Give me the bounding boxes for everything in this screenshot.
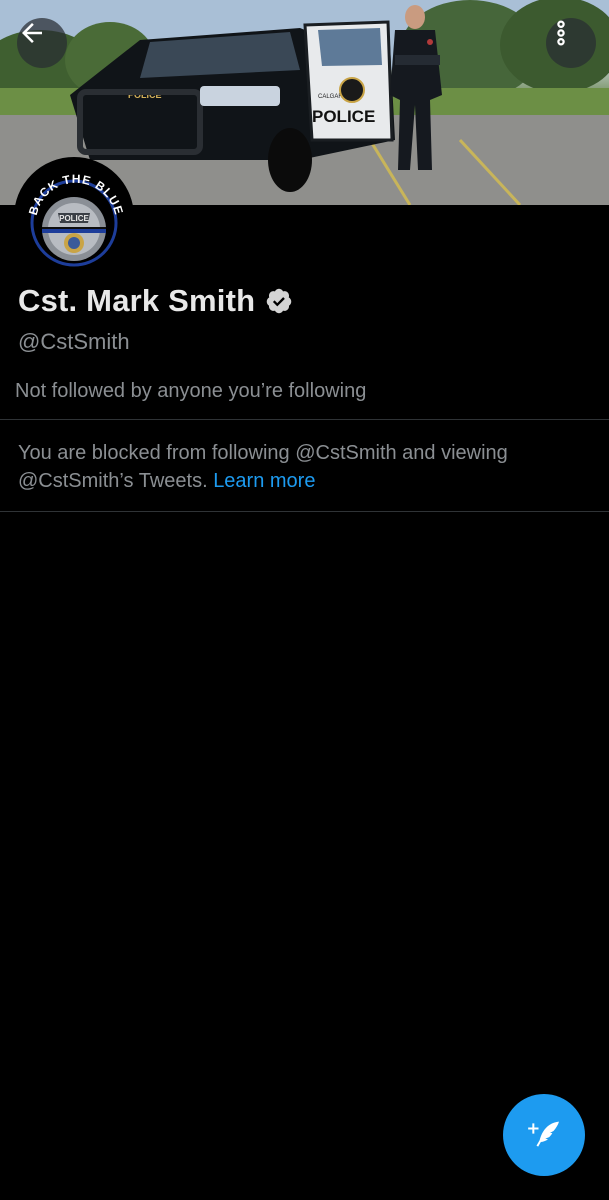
followed-by-text: Not followed by anyone you’re following — [15, 380, 367, 402]
compose-tweet-icon — [528, 1121, 559, 1147]
back-button[interactable] — [17, 18, 67, 68]
avatar-image: BACK THE BLUE POLICE — [18, 161, 130, 273]
avatar-badge-text: POLICE — [59, 214, 89, 223]
user-handle: @CstSmith — [18, 329, 130, 354]
blocked-notice: You are blocked from following @CstSmith… — [18, 439, 588, 495]
arrow-left-icon — [22, 23, 42, 43]
display-name: Cst. Mark Smith — [18, 283, 256, 318]
avatar[interactable]: BACK THE BLUE POLICE — [14, 157, 134, 277]
compose-tweet-button[interactable] — [503, 1094, 585, 1176]
verified-badge-icon — [267, 288, 292, 314]
profile-page: POLICE CALGARY POLICE BACK THE BLUE POLI… — [0, 0, 609, 1200]
more-options-button[interactable] — [546, 18, 596, 68]
car-door-text: POLICE — [312, 107, 375, 126]
divider — [0, 419, 609, 420]
more-vertical-icon — [557, 20, 565, 46]
divider — [0, 511, 609, 512]
display-name-row: Cst. Mark Smith — [18, 283, 293, 319]
learn-more-link[interactable]: Learn more — [213, 470, 315, 492]
